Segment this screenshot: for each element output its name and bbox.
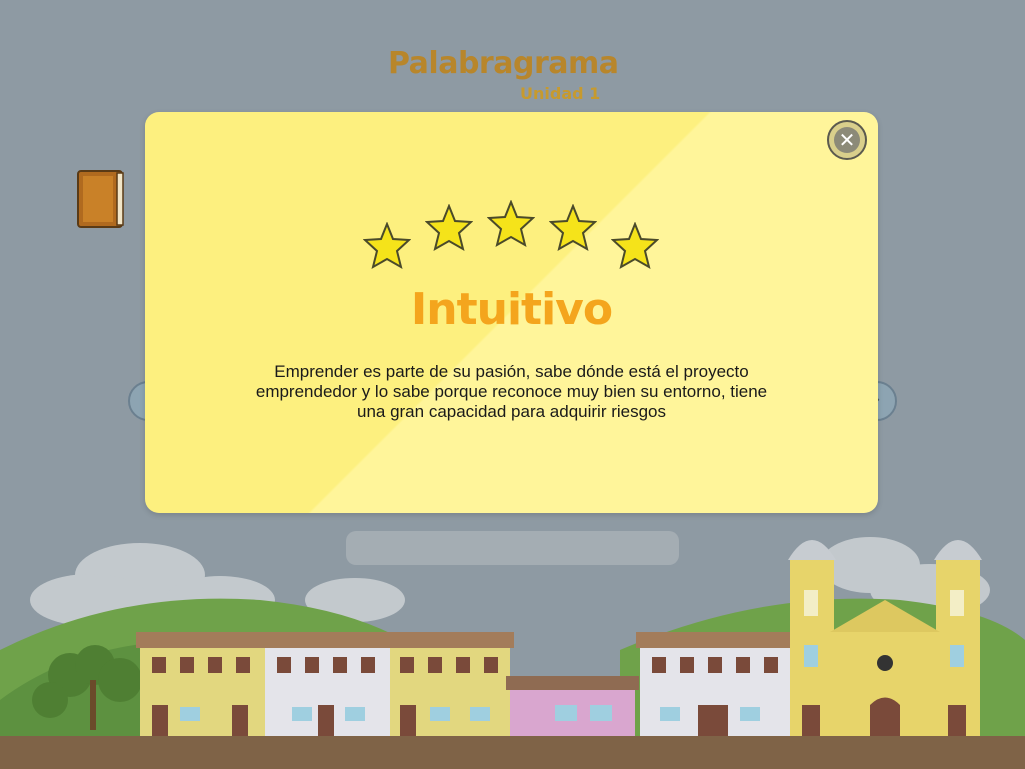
rating-stars: [145, 112, 878, 282]
star-icon: [363, 222, 411, 270]
result-modal: ✕ Intuitivo Emprender es parte de su pas…: [145, 112, 878, 513]
star-icon: [425, 204, 473, 252]
result-description: Emprender es parte de su pasión, sabe dó…: [255, 362, 768, 421]
book-icon[interactable]: [75, 168, 127, 230]
star-icon: [487, 200, 535, 248]
game-subtitle: Unidad 1: [520, 84, 601, 103]
result-title: Intuitivo: [410, 284, 613, 335]
game-header: Palabragrama Unidad 1: [380, 46, 640, 116]
answer-bar: [346, 531, 679, 565]
star-icon: [549, 204, 597, 252]
star-icon: [611, 222, 659, 270]
game-title: Palabragrama: [388, 46, 619, 81]
